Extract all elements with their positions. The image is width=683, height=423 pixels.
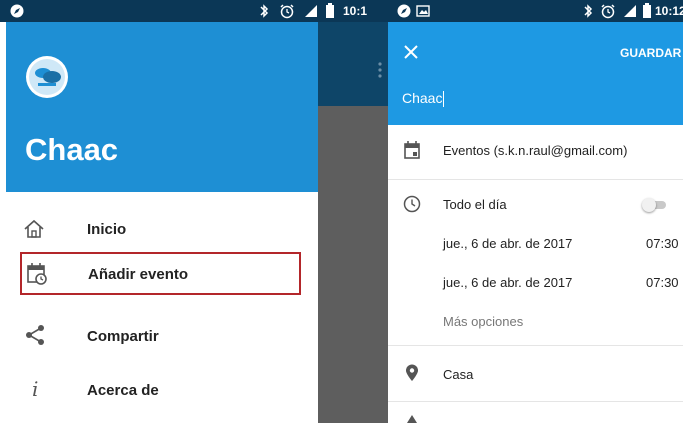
- background-toolbar-overlay: [318, 22, 388, 106]
- divider: [388, 179, 683, 180]
- divider: [388, 345, 683, 346]
- event-editor-form: Eventos (s.k.n.raul@gmail.com) Todo el d…: [388, 125, 683, 423]
- drawer-item-label: Compartir: [87, 328, 159, 345]
- bluetooth-icon: [582, 4, 594, 18]
- toggle-thumb: [642, 198, 656, 212]
- drawer-header: Chaac: [6, 22, 318, 192]
- drawer-menu: Inicio Añadir evento Compartir i Acerca …: [6, 192, 318, 423]
- start-time[interactable]: 07:30: [646, 236, 679, 251]
- drawer-item-acerca-de[interactable]: i Acerca de: [6, 373, 318, 407]
- calendar-clock-icon: [26, 262, 48, 286]
- app-logo: [25, 55, 69, 99]
- event-editor-appbar: GUARDAR Chaac: [388, 22, 683, 125]
- right-status-time: 10:12: [655, 4, 683, 18]
- divider: [388, 401, 683, 402]
- location-row[interactable]: Casa: [388, 359, 683, 389]
- calendar-account-label: Eventos (s.k.n.raul@gmail.com): [443, 143, 628, 158]
- all-day-toggle[interactable]: [642, 198, 668, 212]
- right-status-bar: 10:12: [388, 0, 683, 22]
- drawer-app-name: Chaac: [25, 132, 119, 167]
- all-day-row[interactable]: Todo el día: [388, 189, 683, 219]
- share-icon: [25, 324, 45, 346]
- info-icon: i: [32, 377, 39, 401]
- event-title-value: Chaac: [402, 90, 443, 106]
- end-datetime-row: jue., 6 de abr. de 2017 07:30: [388, 270, 683, 296]
- battery-icon: [642, 3, 652, 19]
- start-date[interactable]: jue., 6 de abr. de 2017: [443, 236, 572, 251]
- alarm-icon: [600, 3, 616, 19]
- text-cursor: [443, 90, 445, 107]
- save-button[interactable]: GUARDAR: [620, 46, 681, 60]
- notification-bell-icon: [406, 415, 418, 423]
- end-time[interactable]: 07:30: [646, 275, 679, 290]
- compass-icon: [397, 4, 411, 18]
- close-icon[interactable]: [404, 45, 418, 59]
- bluetooth-icon: [258, 4, 270, 18]
- location-pin-icon: [405, 364, 419, 382]
- drawer-item-compartir[interactable]: Compartir: [6, 318, 318, 352]
- home-icon: [23, 219, 45, 239]
- calendar-account-row[interactable]: Eventos (s.k.n.raul@gmail.com): [388, 135, 683, 167]
- signal-icon: [304, 4, 318, 18]
- all-day-label: Todo el día: [443, 197, 507, 212]
- event-title-input[interactable]: Chaac: [402, 90, 445, 110]
- left-status-time: 10:1: [343, 4, 368, 18]
- drawer-item-anadir-evento[interactable]: Añadir evento: [20, 252, 301, 295]
- drawer-item-inicio[interactable]: Inicio: [6, 212, 318, 246]
- image-notification-icon: [416, 5, 430, 17]
- battery-icon: [325, 3, 335, 19]
- start-datetime-row: jue., 6 de abr. de 2017 07:30: [388, 231, 683, 257]
- calendar-icon: [404, 141, 420, 159]
- more-options-link[interactable]: Más opciones: [443, 314, 523, 329]
- background-scrim[interactable]: [318, 106, 388, 423]
- drawer-item-label: Añadir evento: [88, 266, 189, 283]
- clock-icon: [403, 195, 421, 213]
- drawer-item-label: Acerca de: [87, 382, 159, 399]
- compass-icon: [10, 4, 24, 18]
- drawer-item-label: Inicio: [87, 221, 127, 238]
- left-status-bar: 10:1: [0, 0, 388, 22]
- signal-icon: [623, 4, 637, 18]
- overflow-menu-icon: [378, 62, 382, 78]
- location-value: Casa: [443, 367, 474, 382]
- alarm-icon: [279, 3, 295, 19]
- end-date[interactable]: jue., 6 de abr. de 2017: [443, 275, 572, 290]
